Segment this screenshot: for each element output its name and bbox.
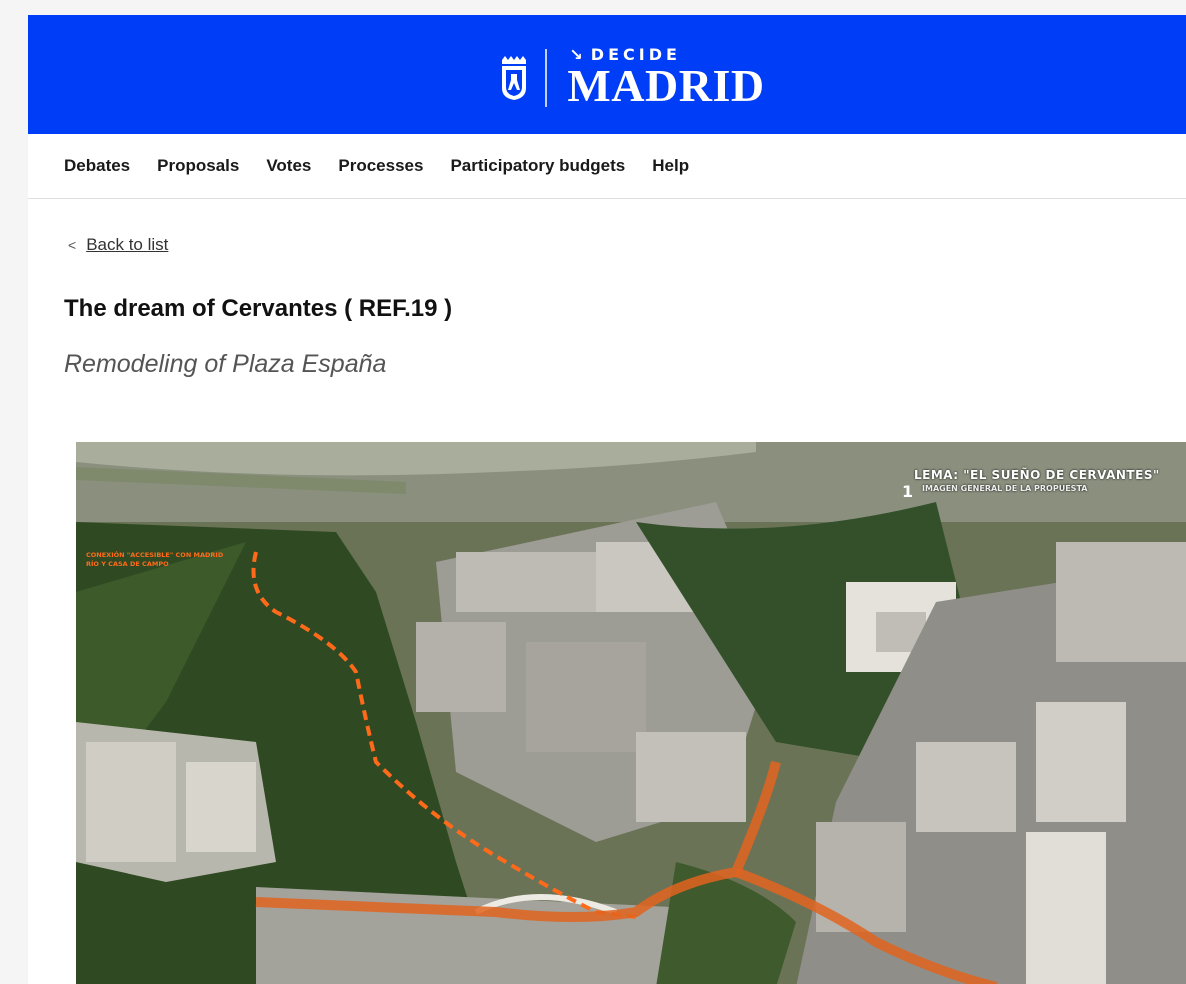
nav-item-proposals[interactable]: Proposals	[157, 156, 239, 176]
lema-subtitle: IMAGEN GENERAL DE LA PROPUESTA	[922, 484, 1088, 493]
chevron-left-icon: <	[68, 237, 77, 253]
decide-madrid-logo[interactable]: ↘ DECIDE MADRID	[499, 46, 765, 111]
page-subtitle: Remodeling of Plaza España	[64, 350, 387, 378]
brand-main-text: MADRID	[567, 59, 765, 111]
lema-label: LEMA: "EL SUEÑO DE CERVANTES"	[914, 468, 1160, 482]
lema-number: 1	[902, 482, 914, 501]
brand-divider	[545, 48, 548, 107]
madrid-coat-of-arms-icon	[502, 55, 527, 100]
back-to-list-link[interactable]: Back to list	[86, 235, 168, 255]
aerial-photo	[76, 442, 1186, 984]
page-title: The dream of Cervantes ( REF.19 )	[64, 295, 453, 322]
nav-item-help[interactable]: Help	[652, 156, 689, 176]
main-nav: Debates Proposals Votes Processes Partic…	[28, 134, 1186, 199]
nav-item-processes[interactable]: Processes	[338, 156, 423, 176]
nav-item-debates[interactable]: Debates	[64, 156, 130, 176]
conexion-label: CONEXIÓN "ACCESIBLE" CON MADRID RÍO Y CA…	[86, 551, 224, 568]
page: ↘ DECIDE MADRID Debates Proposals Votes P…	[28, 15, 1186, 984]
proposal-image: CONEXIÓN "ACCESIBLE" CON MADRID RÍO Y CA…	[76, 442, 1186, 984]
nav-item-votes[interactable]: Votes	[266, 156, 311, 176]
header-bar: ↘ DECIDE MADRID	[28, 15, 1186, 134]
back-to-list[interactable]: < Back to list	[68, 235, 168, 255]
nav-item-participatory-budgets[interactable]: Participatory budgets	[450, 156, 625, 176]
brand-text: ↘ DECIDE MADRID	[567, 46, 765, 111]
